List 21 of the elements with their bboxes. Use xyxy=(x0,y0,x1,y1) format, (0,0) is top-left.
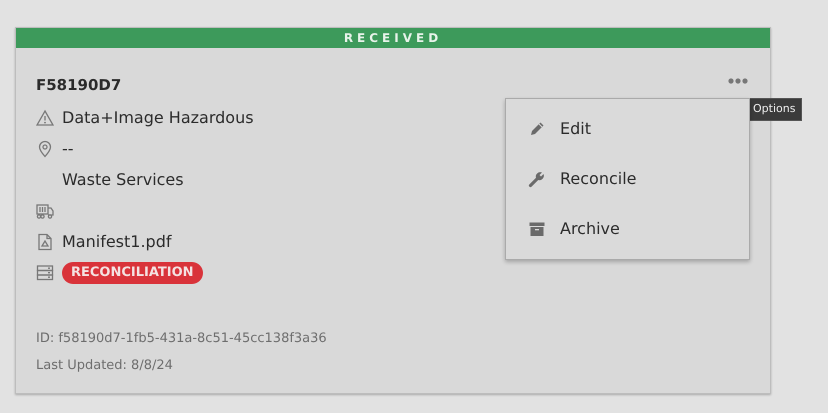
options-button[interactable] xyxy=(728,78,748,84)
status-banner: RECEIVED xyxy=(16,28,770,48)
truck-icon xyxy=(36,202,54,220)
facility-name: Waste Services xyxy=(62,169,184,191)
menu-item[interactable]: Archive xyxy=(506,204,749,254)
pencil-icon xyxy=(528,120,546,138)
ellipsis-icon xyxy=(728,78,748,84)
archive-box-icon xyxy=(528,220,546,238)
server-icon xyxy=(36,264,54,282)
pdf-file-icon xyxy=(36,233,54,251)
menu-item[interactable]: Edit xyxy=(506,104,749,154)
record-code: F58190D7 xyxy=(36,75,122,96)
record-id: ID: f58190d7-1fb5-431a-8c51-45cc138f3a36 xyxy=(36,330,328,348)
warning-icon xyxy=(36,109,54,127)
location-text: -- xyxy=(62,138,74,160)
location-pin-icon xyxy=(36,140,54,158)
waste-type: Data+Image Hazardous xyxy=(62,107,254,129)
menu-item[interactable]: Reconcile xyxy=(506,154,749,204)
wrench-icon xyxy=(528,170,546,188)
status-badge: RECONCILIATION xyxy=(62,262,203,284)
last-updated: Last Updated: 8/8/24 xyxy=(36,357,174,375)
